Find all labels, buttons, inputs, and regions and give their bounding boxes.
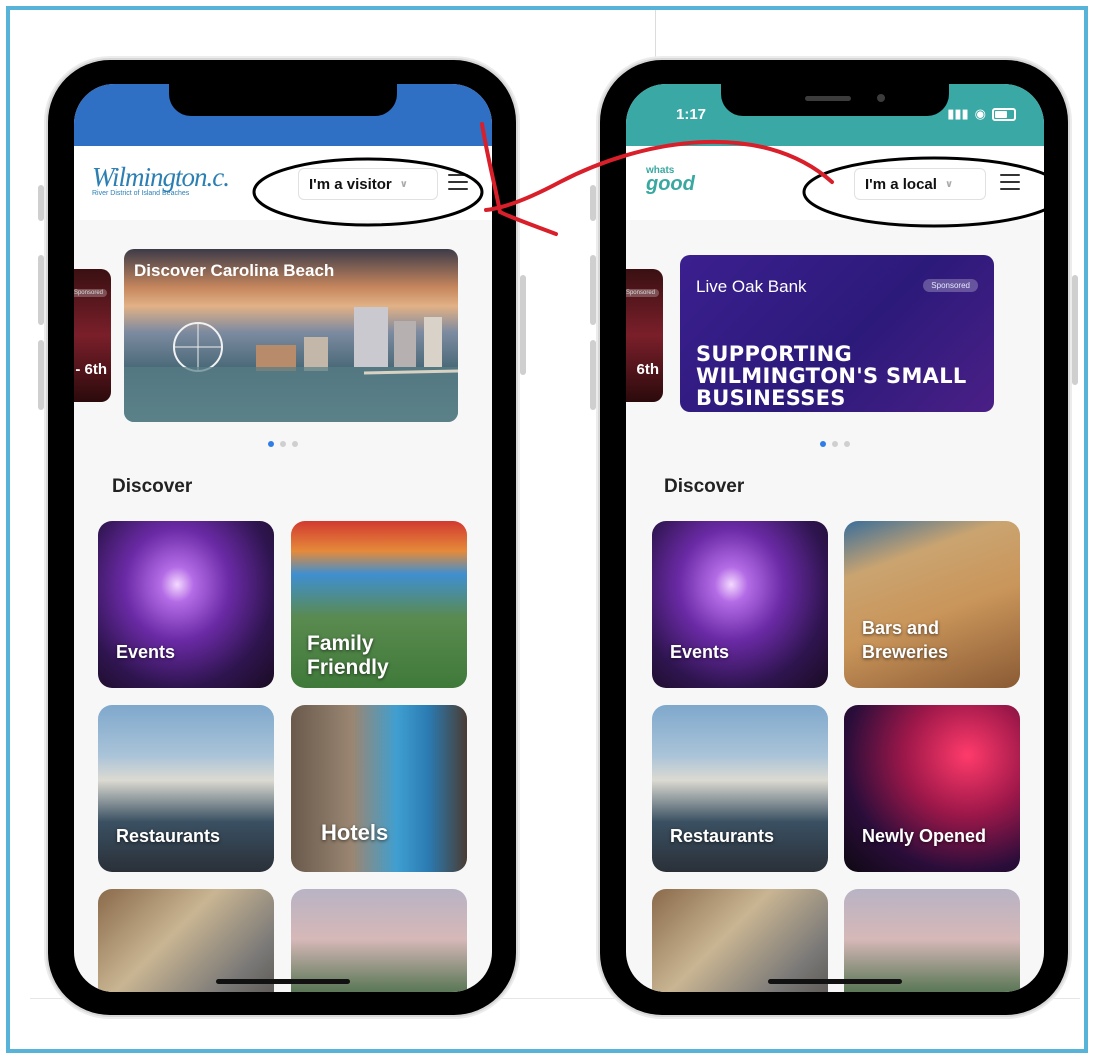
mute-switch xyxy=(590,185,596,221)
carousel-dot[interactable] xyxy=(832,441,838,447)
app-header: Wilmington.c. River District of Island B… xyxy=(74,146,492,220)
banner-title: Discover Carolina Beach xyxy=(134,261,335,280)
volume-down-button xyxy=(38,340,44,410)
sponsored-badge: Sponsored xyxy=(626,289,659,297)
tile-events[interactable]: Events xyxy=(652,521,828,688)
speaker-grille xyxy=(805,96,851,101)
carousel-dots xyxy=(820,441,850,447)
tile-events[interactable]: Events xyxy=(98,521,274,688)
phone-visitor: Wilmington.c. River District of Island B… xyxy=(38,60,526,1015)
battery-icon xyxy=(992,107,1016,121)
power-button xyxy=(520,275,526,375)
volume-up-button xyxy=(38,255,44,325)
sponsor-name: Live Oak Bank xyxy=(696,277,807,296)
tile-restaurants[interactable]: Restaurants xyxy=(98,705,274,872)
tile-family-friendly[interactable]: Family Friendly xyxy=(291,521,467,688)
mute-switch xyxy=(38,185,44,221)
notch xyxy=(721,84,949,116)
chevron-down-icon: ∨ xyxy=(399,178,408,190)
visitor-mode-select[interactable]: I'm a visitor ∨ xyxy=(298,168,438,200)
mode-select-label: I'm a local xyxy=(865,175,937,193)
phone-local: 1:17 ▮▮▮ ◉ whats good I'm a local ∨ Spon… xyxy=(590,60,1078,1015)
tile-restaurants[interactable]: Restaurants xyxy=(652,705,828,872)
tile-bars-and-breweries[interactable]: Bars and Breweries xyxy=(844,521,1020,688)
sponsor-tagline: SUPPORTING WILMINGTON'S SMALL BUSINESSES xyxy=(696,342,967,411)
carousel-prev-label: - 6th xyxy=(75,361,107,378)
section-title: Discover xyxy=(664,476,745,497)
volume-up-button xyxy=(590,255,596,325)
menu-icon[interactable] xyxy=(1000,174,1020,190)
mode-select-label: I'm a visitor xyxy=(309,175,392,193)
tile-label: Restaurants xyxy=(670,825,775,846)
carousel-prev-label: 6th xyxy=(636,361,660,378)
local-screen: 1:17 ▮▮▮ ◉ whats good I'm a local ∨ Spon… xyxy=(626,84,1044,992)
notch xyxy=(169,84,397,116)
menu-icon[interactable] xyxy=(448,174,468,190)
sponsored-badge: Sponsored xyxy=(923,279,978,292)
carousel-dot[interactable] xyxy=(280,441,286,447)
tile-label: Family Friendly xyxy=(307,631,389,679)
carousel-dot-active[interactable] xyxy=(820,441,826,447)
tile-label: Events xyxy=(670,641,730,662)
signal-icon: ▮▮▮ xyxy=(947,106,969,121)
carousel-banner[interactable]: Discover Carolina Beach xyxy=(124,249,458,422)
carousel-dot[interactable] xyxy=(844,441,850,447)
section-title: Discover xyxy=(112,476,193,497)
tile-riverfront[interactable] xyxy=(844,889,1020,992)
volume-down-button xyxy=(590,340,596,410)
tile-oysters[interactable] xyxy=(98,889,274,992)
carousel-dots xyxy=(268,441,298,447)
tile-label: Restaurants xyxy=(116,825,221,846)
tile-label: Events xyxy=(116,641,176,662)
tile-label: Newly Opened xyxy=(862,825,987,846)
home-indicator[interactable] xyxy=(216,979,350,984)
wilmington-logo[interactable]: Wilmington.c. River District of Island B… xyxy=(92,162,230,197)
visitor-screen: Wilmington.c. River District of Island B… xyxy=(74,84,492,992)
whats-good-logo[interactable]: whats good xyxy=(646,166,695,195)
carousel-prev-card[interactable]: Sponsored 6th xyxy=(626,269,663,402)
sponsored-banner[interactable]: Live Oak Bank Sponsored SUPPORTING WILMI… xyxy=(680,255,994,412)
status-icons: ▮▮▮ ◉ xyxy=(947,106,1016,122)
chevron-down-icon: ∨ xyxy=(944,178,954,190)
sponsored-badge: Sponsored xyxy=(74,289,107,297)
tile-riverfront[interactable] xyxy=(291,889,467,992)
front-camera xyxy=(877,94,885,102)
local-mode-select[interactable]: I'm a local ∨ xyxy=(854,168,986,200)
tile-label: Bars and Breweries xyxy=(862,618,949,662)
carousel-prev-card[interactable]: Sponsored - 6th xyxy=(74,269,111,402)
carousel-dot-active[interactable] xyxy=(268,441,274,447)
tile-label: Hotels xyxy=(321,820,389,846)
app-header: whats good I'm a local ∨ xyxy=(626,146,1044,220)
home-indicator[interactable] xyxy=(768,979,902,984)
carousel-dot[interactable] xyxy=(292,441,298,447)
wifi-icon: ◉ xyxy=(974,106,986,121)
status-time: 1:17 xyxy=(676,106,707,123)
tile-oysters[interactable] xyxy=(652,889,828,992)
tile-newly-opened[interactable]: Newly Opened xyxy=(844,705,1020,872)
tile-hotels[interactable]: Hotels xyxy=(291,705,467,872)
power-button xyxy=(1072,275,1078,385)
